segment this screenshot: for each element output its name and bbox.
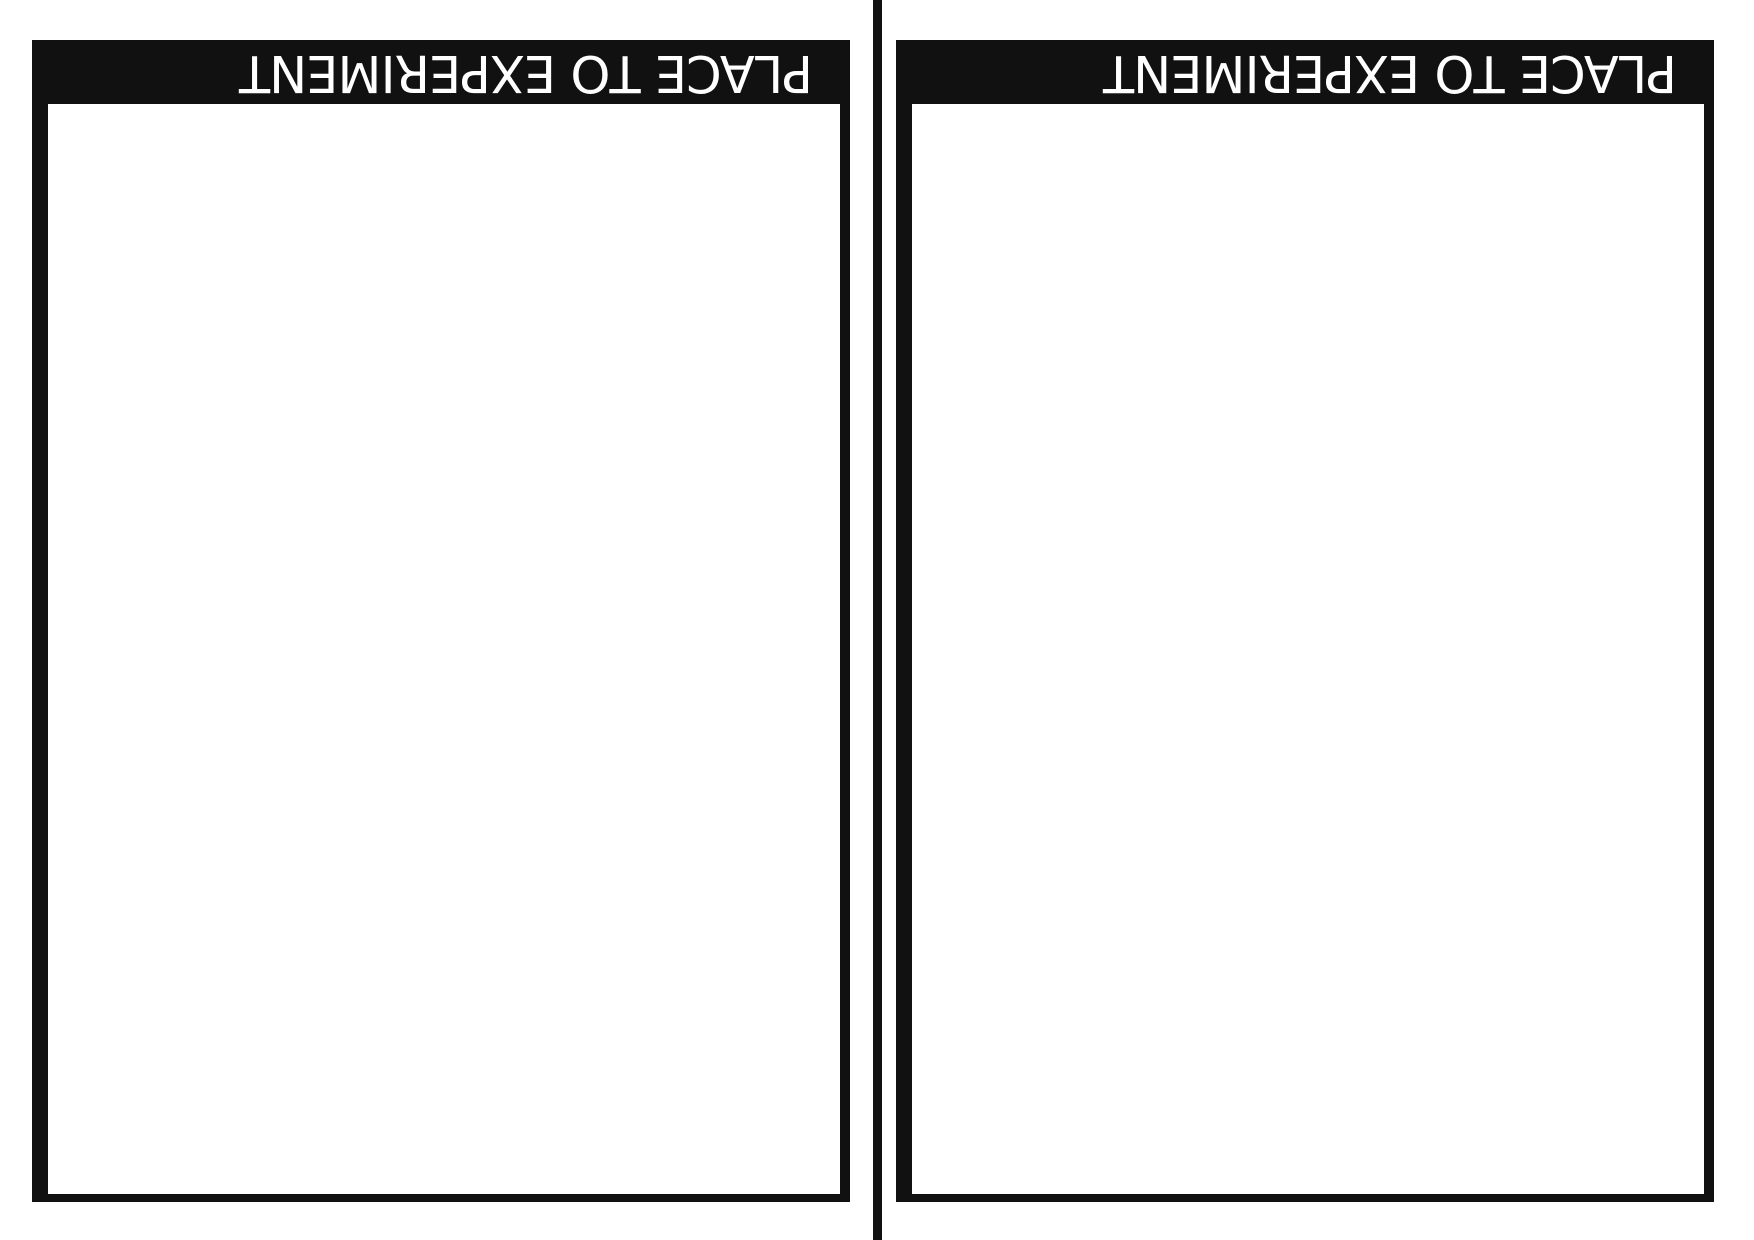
right-experiment-page: PLACE TO EXPERIMENT: [896, 40, 1714, 1202]
left-experiment-page: PLACE TO EXPERIMENT: [32, 40, 850, 1202]
left-blank-writing-area[interactable]: [48, 104, 840, 1194]
right-blank-writing-area[interactable]: [912, 104, 1704, 1194]
center-fold-divider: [873, 0, 882, 1240]
left-page-header-bar: PLACE TO EXPERIMENT: [32, 40, 850, 104]
left-page-title: PLACE TO EXPERIMENT: [239, 43, 813, 102]
right-page-title: PLACE TO EXPERIMENT: [1103, 43, 1677, 102]
right-page-header-bar: PLACE TO EXPERIMENT: [896, 40, 1714, 104]
